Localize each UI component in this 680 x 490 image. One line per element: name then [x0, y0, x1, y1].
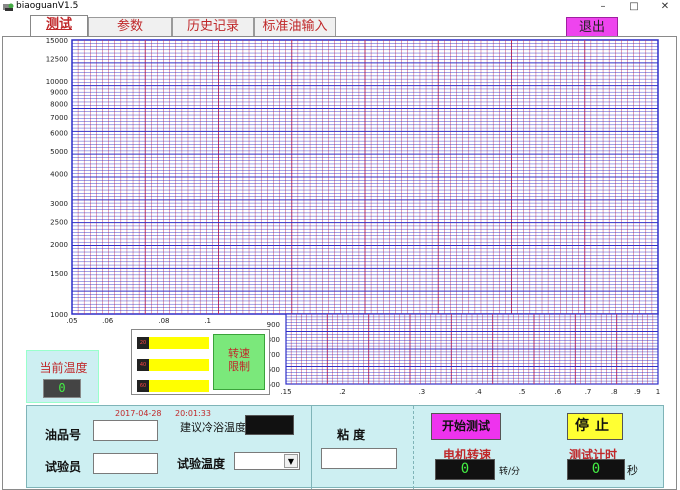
maximize-button[interactable]: □ — [623, 0, 645, 13]
secondary-x-tick-label: .7 — [585, 388, 592, 396]
main-y-tick-label: 4000 — [50, 171, 68, 179]
tab-history[interactable]: 历史记录 — [172, 17, 254, 36]
window-title: biaoguanV1.5 — [16, 1, 79, 11]
suggest-bath-label: 建议冷浴温度 — [180, 421, 246, 434]
secondary-x-tick-label: .8 — [611, 388, 618, 396]
secondary-x-tick-label: .9 — [634, 388, 641, 396]
tab-test-label: 测试 — [45, 17, 72, 32]
secondary-x-tick-label: 1 — [656, 388, 660, 396]
speed-limit-button-label: 转速限制 — [228, 347, 250, 373]
motor-speed-unit: 转/分 — [499, 467, 521, 477]
current-temp-display: 0 — [43, 379, 81, 398]
test-control-panel: 2017-04-28 20:01:33 油品号 建议冷浴温度 试验员 试验温度 … — [26, 405, 664, 489]
app-window: biaoguanV1.5 – □ ✕ 测试 参数 历史记录 标准油输入 退出 1… — [0, 0, 680, 490]
secondary-x-tick-label: .15 — [280, 388, 291, 396]
speed-limit-tag-2: 40 — [137, 359, 149, 371]
app-icon — [3, 3, 14, 11]
viscosity-input[interactable] — [321, 448, 397, 469]
main-viscosity-chart: 15000 12500 10000 9000 8000 7000 6000 5000 4000 3… — [46, 37, 659, 325]
current-date: 2017-04-28 — [115, 409, 162, 418]
tab-params-label: 参数 — [116, 19, 143, 34]
test-temp-select[interactable]: ▼ — [234, 452, 300, 470]
main-y-tick-label: 7000 — [50, 114, 68, 122]
main-y-tick-label: 3000 — [50, 200, 68, 208]
close-button[interactable]: ✕ — [654, 0, 676, 13]
tab-standard-oil-label: 标准油输入 — [262, 19, 328, 34]
oil-no-input[interactable] — [93, 420, 158, 441]
suggest-bath-display — [245, 415, 294, 435]
secondary-x-tick-label: .2 — [339, 388, 346, 396]
speed-limit-button[interactable]: 转速限制 — [213, 334, 265, 390]
secondary-viscosity-chart: 900800700600500.15.2.3.4.5.6.7.8.9 1 — [267, 313, 660, 396]
viscosity-label: 粘 度 — [337, 428, 366, 442]
tab-history-label: 历史记录 — [186, 19, 239, 34]
timer-unit: 秒 — [627, 464, 638, 477]
tester-label: 试验员 — [45, 460, 82, 474]
exit-button[interactable]: 退出 — [566, 17, 618, 38]
test-temp-label: 试验温度 — [177, 457, 226, 471]
main-y-tick-label: 2000 — [50, 241, 68, 249]
minimize-button[interactable]: – — [592, 0, 614, 13]
secondary-x-tick-label: .3 — [419, 388, 426, 396]
tab-standard-oil[interactable]: 标准油输入 — [254, 17, 336, 36]
main-y-tick-label: 2500 — [50, 218, 68, 226]
divider — [311, 406, 312, 489]
timer-display: 0 — [567, 459, 625, 480]
secondary-x-tick-label: .5 — [519, 388, 526, 396]
tab-params[interactable]: 参数 — [88, 17, 172, 36]
main-y-tick-label: 6000 — [50, 130, 68, 138]
speed-limit-row-3[interactable]: 60 — [137, 380, 209, 392]
speed-limit-tag-1: 20 — [137, 337, 149, 349]
secondary-x-tick-label: .4 — [475, 388, 482, 396]
main-y-tick-label: 10000 — [46, 78, 68, 86]
speed-limit-row-1[interactable]: 20 — [137, 337, 209, 349]
chevron-down-icon[interactable]: ▼ — [284, 454, 298, 468]
current-time: 20:01:33 — [175, 409, 211, 418]
main-y-tick-label: 1500 — [50, 270, 68, 278]
title-bar: biaoguanV1.5 – □ ✕ — [0, 0, 680, 13]
main-y-tick-label: 15000 — [46, 37, 68, 45]
main-y-tick-label: 12500 — [46, 55, 68, 63]
speed-limit-panel: 20 40 60 转速限制 — [131, 329, 270, 395]
current-temp-panel: 当前温度 0 — [26, 350, 99, 403]
start-test-button[interactable]: 开始测试 — [431, 413, 501, 440]
speed-limit-tag-3: 60 — [137, 380, 149, 392]
current-temp-label: 当前温度 — [39, 361, 88, 375]
tab-test[interactable]: 测试 — [30, 15, 88, 37]
speed-limit-row-2[interactable]: 40 — [137, 359, 209, 371]
main-y-tick-label: 9000 — [50, 89, 68, 97]
motor-speed-display: 0 — [435, 459, 495, 480]
main-y-tick-label: 5000 — [50, 148, 68, 156]
stop-button[interactable]: 停止 — [567, 413, 623, 440]
secondary-x-tick-label: .6 — [554, 388, 561, 396]
divider — [413, 406, 414, 489]
oil-no-label: 油品号 — [45, 428, 82, 442]
main-y-tick-label: 8000 — [50, 101, 68, 109]
tester-input[interactable] — [93, 453, 158, 474]
secondary-y-tick-label: 900 — [267, 321, 280, 329]
